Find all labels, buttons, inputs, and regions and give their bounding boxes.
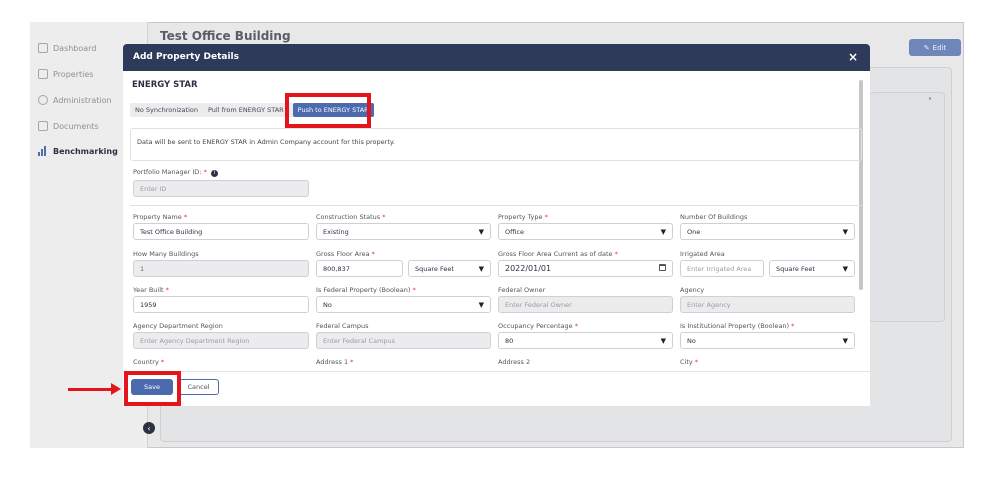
irrigated-area-unit-select[interactable]: Square Feet ▼ — [769, 260, 855, 277]
number-of-buildings-select[interactable]: One ▼ — [680, 223, 855, 240]
sidebar-item-label: Documents — [53, 121, 99, 131]
portfolio-manager-input[interactable]: Enter ID — [133, 180, 309, 197]
tab-pull-from-energy-star[interactable]: Pull from ENERGY STAR — [203, 103, 289, 117]
agency-department-region-input[interactable]: Enter Agency Department Region — [133, 332, 309, 349]
gfa-date-input[interactable]: 2022/01/01 — [498, 260, 673, 277]
chevron-down-icon: ▼ — [842, 228, 848, 236]
divider — [130, 205, 862, 206]
how-many-buildings-input[interactable]: 1 — [133, 260, 309, 277]
annotation-arrow — [68, 388, 114, 391]
portfolio-manager-label: Portfolio Manager ID: * i — [133, 168, 218, 177]
arrow-right-icon — [111, 383, 121, 395]
sidebar-item-properties[interactable]: Properties — [38, 66, 93, 82]
sidebar-item-label: Dashboard — [53, 43, 97, 53]
modal-scrollbar[interactable] — [859, 80, 863, 290]
dashboard-icon — [38, 43, 48, 53]
chevron-down-icon: ▼ — [842, 337, 848, 345]
gross-floor-area-label: Gross Floor Area * — [316, 250, 375, 258]
edit-button-label: Edit — [932, 43, 947, 52]
federal-campus-label: Federal Campus — [316, 322, 369, 330]
city-label: City * — [680, 358, 699, 366]
close-icon[interactable]: × — [848, 50, 858, 64]
year-built-label: Year Built * — [133, 286, 169, 294]
agency-input[interactable]: Enter Agency — [680, 296, 855, 313]
gross-floor-area-unit-select[interactable]: Square Feet ▼ — [408, 260, 491, 277]
edit-icon: ✎ — [923, 43, 930, 52]
administration-icon — [38, 95, 48, 105]
edit-button[interactable]: ✎ Edit — [909, 39, 961, 56]
highlight-box-save — [124, 371, 181, 406]
chevron-down-icon: ▼ — [478, 265, 484, 273]
highlight-box-push-tab — [285, 93, 371, 128]
property-name-label: Property Name * — [133, 213, 188, 221]
federal-owner-input[interactable]: Enter Federal Owner — [498, 296, 673, 313]
construction-status-select[interactable]: Existing ▼ — [316, 223, 491, 240]
is-institutional-property-select[interactable]: No ▼ — [680, 332, 855, 349]
page-title: Test Office Building — [160, 29, 291, 43]
background-card: ˄ — [869, 92, 945, 322]
address2-label: Address 2 — [498, 358, 531, 366]
sidebar-item-benchmarking[interactable]: Benchmarking — [38, 143, 118, 159]
gfa-date-label: Gross Floor Area Current as of date * — [498, 250, 618, 258]
agency-label: Agency — [680, 286, 705, 294]
calendar-icon — [659, 264, 666, 271]
is-federal-property-label: Is Federal Property (Boolean) * — [316, 286, 416, 294]
year-built-input[interactable]: 1959 — [133, 296, 309, 313]
modal-footer — [123, 371, 870, 406]
sidebar-item-label: Properties — [53, 69, 94, 79]
occupancy-percentage-label: Occupancy Percentage * — [498, 322, 578, 330]
is-federal-property-select[interactable]: No ▼ — [316, 296, 491, 313]
documents-icon — [38, 121, 48, 131]
federal-owner-label: Federal Owner — [498, 286, 546, 294]
info-icon[interactable]: i — [210, 170, 218, 177]
benchmarking-icon — [38, 146, 48, 156]
property-name-input[interactable]: Test Office Building — [133, 223, 309, 240]
irrigated-area-label: Irrigated Area — [680, 250, 725, 258]
how-many-buildings-label: How Many Buildings — [133, 250, 199, 258]
property-type-label: Property Type * — [498, 213, 548, 221]
info-text: Data will be sent to ENERGY STAR in Admi… — [137, 138, 395, 146]
chevron-down-icon: ▼ — [660, 337, 666, 345]
chevron-down-icon: ▼ — [478, 228, 484, 236]
collapse-sidebar-button[interactable]: ‹ — [143, 422, 155, 434]
sidebar-item-label: Benchmarking — [53, 146, 118, 156]
chevron-down-icon: ▼ — [660, 228, 666, 236]
irrigated-area-input[interactable]: Enter Irrigated Area — [680, 260, 764, 277]
occupancy-percentage-select[interactable]: 80 ▼ — [498, 332, 673, 349]
address1-label: Address 1 * — [316, 358, 354, 366]
properties-icon — [38, 69, 48, 79]
is-institutional-property-label: Is Institutional Property (Boolean) * — [680, 322, 795, 330]
app-window: Dashboard Properties Administration Docu… — [0, 0, 995, 483]
property-type-select[interactable]: Office ▼ — [498, 223, 673, 240]
chevron-left-icon: ‹ — [147, 423, 151, 433]
agency-department-region-label: Agency Department Region — [133, 322, 223, 330]
cancel-button[interactable]: Cancel — [178, 379, 219, 395]
chevron-up-icon[interactable]: ˄ — [928, 97, 932, 106]
modal-title: Add Property Details — [133, 52, 239, 62]
chevron-down-icon: ▼ — [478, 301, 484, 309]
country-label: Country * — [133, 358, 165, 366]
modal-header: Add Property Details × — [123, 44, 870, 71]
sidebar-item-label: Administration — [53, 95, 112, 105]
sidebar-item-administration[interactable]: Administration — [38, 92, 112, 108]
tab-no-synchronization[interactable]: No Synchronization — [130, 103, 203, 117]
chevron-down-icon: ▼ — [842, 265, 848, 273]
construction-status-label: Construction Status * — [316, 213, 386, 221]
number-of-buildings-label: Number Of Buildings — [680, 213, 748, 221]
info-box: Data will be sent to ENERGY STAR in Admi… — [130, 128, 862, 161]
federal-campus-input[interactable]: Enter Federal Campus — [316, 332, 491, 349]
section-title: ENERGY STAR — [132, 80, 198, 90]
sidebar-item-documents[interactable]: Documents — [38, 118, 99, 134]
sidebar-item-dashboard[interactable]: Dashboard — [38, 40, 96, 56]
gross-floor-area-input[interactable]: 800,837 — [316, 260, 403, 277]
